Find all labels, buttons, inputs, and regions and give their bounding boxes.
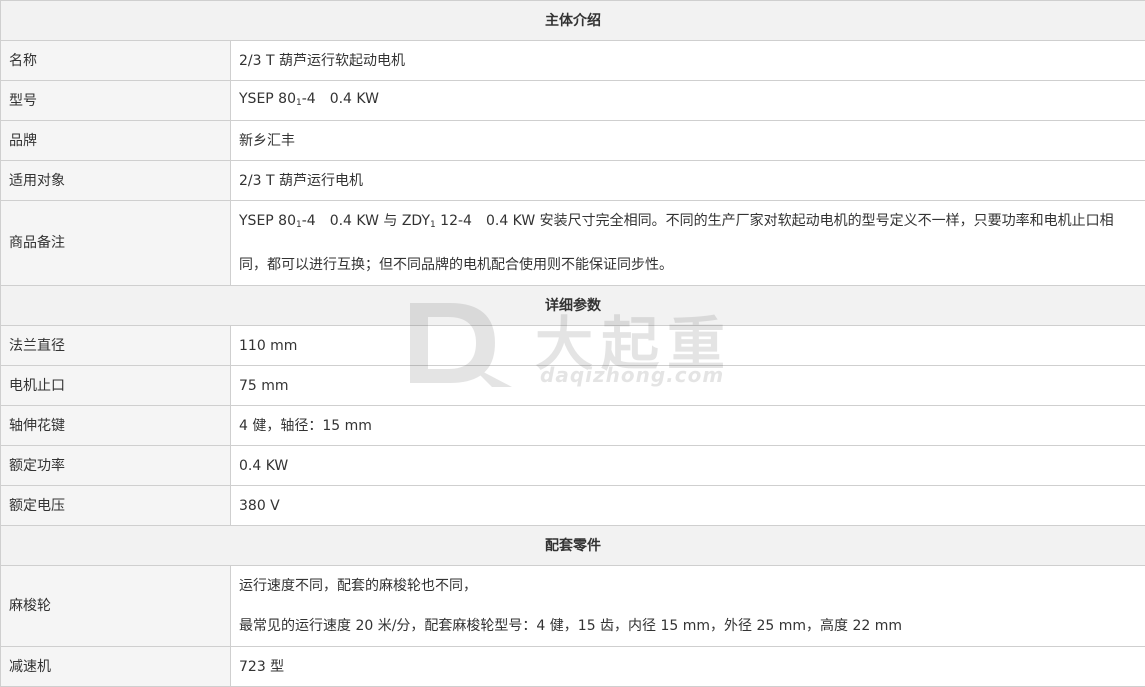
table-row: 法兰直径 110 mm — [1, 326, 1145, 366]
remarks-line-2: 同，都可以进行互换；但不同品牌的电机配合使用则不能保证同步性。 — [239, 245, 1137, 285]
row-label: 电机止口 — [1, 366, 231, 406]
table-row: 品牌 新乡汇丰 — [1, 121, 1145, 161]
table-row: 额定功率 0.4 KW — [1, 446, 1145, 486]
remarks-text: YSEP 80 — [239, 213, 296, 229]
remarks-text: -4 0.4 KW 与 ZDY — [302, 213, 430, 229]
remarks-line-1: YSEP 801-4 0.4 KW 与 ZDY1 12-4 0.4 KW 安装尺… — [239, 201, 1137, 245]
row-value: 新乡汇丰 — [231, 121, 1145, 161]
model-suffix: -4 0.4 KW — [302, 91, 379, 107]
spec-table: 主体介绍 名称 2/3 T 葫芦运行软起动电机 型号 YSEP 801-4 0.… — [0, 0, 1145, 687]
row-value: 运行速度不同，配套的麻梭轮也不同， 最常见的运行速度 20 米/分，配套麻梭轮型… — [231, 566, 1145, 647]
remarks-text: 12-4 0.4 KW 安装尺寸完全相同。不同的生产厂家对软起动电机的型号定义不… — [436, 213, 1114, 229]
section-title-parts: 配套零件 — [1, 526, 1145, 566]
row-label: 型号 — [1, 81, 231, 121]
table-row: 型号 YSEP 801-4 0.4 KW — [1, 81, 1145, 121]
row-value: YSEP 801-4 0.4 KW — [231, 81, 1145, 121]
row-value: 4 健，轴径：15 mm — [231, 406, 1145, 446]
row-value: 0.4 KW — [231, 446, 1145, 486]
row-value: 110 mm — [231, 326, 1145, 366]
table-row: 麻梭轮 运行速度不同，配套的麻梭轮也不同， 最常见的运行速度 20 米/分，配套… — [1, 566, 1145, 647]
row-label: 额定功率 — [1, 446, 231, 486]
table-row: 电机止口 75 mm — [1, 366, 1145, 406]
row-label: 名称 — [1, 41, 231, 81]
row-label: 商品备注 — [1, 201, 231, 286]
row-label: 法兰直径 — [1, 326, 231, 366]
row-label: 适用对象 — [1, 161, 231, 201]
row-label: 减速机 — [1, 647, 231, 687]
row-label: 麻梭轮 — [1, 566, 231, 647]
section-header-row: 主体介绍 — [1, 1, 1145, 41]
row-value: 380 V — [231, 486, 1145, 526]
table-row: 减速机 723 型 — [1, 647, 1145, 687]
section-header-row: 配套零件 — [1, 526, 1145, 566]
table-row: 名称 2/3 T 葫芦运行软起动电机 — [1, 41, 1145, 81]
table-row: 轴伸花键 4 健，轴径：15 mm — [1, 406, 1145, 446]
row-value: 75 mm — [231, 366, 1145, 406]
section-title-main: 主体介绍 — [1, 1, 1145, 41]
section-header-row: 详细参数 — [1, 286, 1145, 326]
wheel-line-2: 最常见的运行速度 20 米/分，配套麻梭轮型号：4 健，15 齿，内径 15 m… — [239, 606, 1137, 646]
row-label: 品牌 — [1, 121, 231, 161]
wheel-line-1: 运行速度不同，配套的麻梭轮也不同， — [239, 566, 1137, 606]
table-row: 商品备注 YSEP 801-4 0.4 KW 与 ZDY1 12-4 0.4 K… — [1, 201, 1145, 286]
table-row: 额定电压 380 V — [1, 486, 1145, 526]
model-prefix: YSEP 80 — [239, 91, 296, 107]
row-value: YSEP 801-4 0.4 KW 与 ZDY1 12-4 0.4 KW 安装尺… — [231, 201, 1145, 286]
section-title-detail: 详细参数 — [1, 286, 1145, 326]
row-label: 额定电压 — [1, 486, 231, 526]
row-value: 2/3 T 葫芦运行软起动电机 — [231, 41, 1145, 81]
row-label: 轴伸花键 — [1, 406, 231, 446]
table-row: 适用对象 2/3 T 葫芦运行电机 — [1, 161, 1145, 201]
row-value: 2/3 T 葫芦运行电机 — [231, 161, 1145, 201]
row-value: 723 型 — [231, 647, 1145, 687]
